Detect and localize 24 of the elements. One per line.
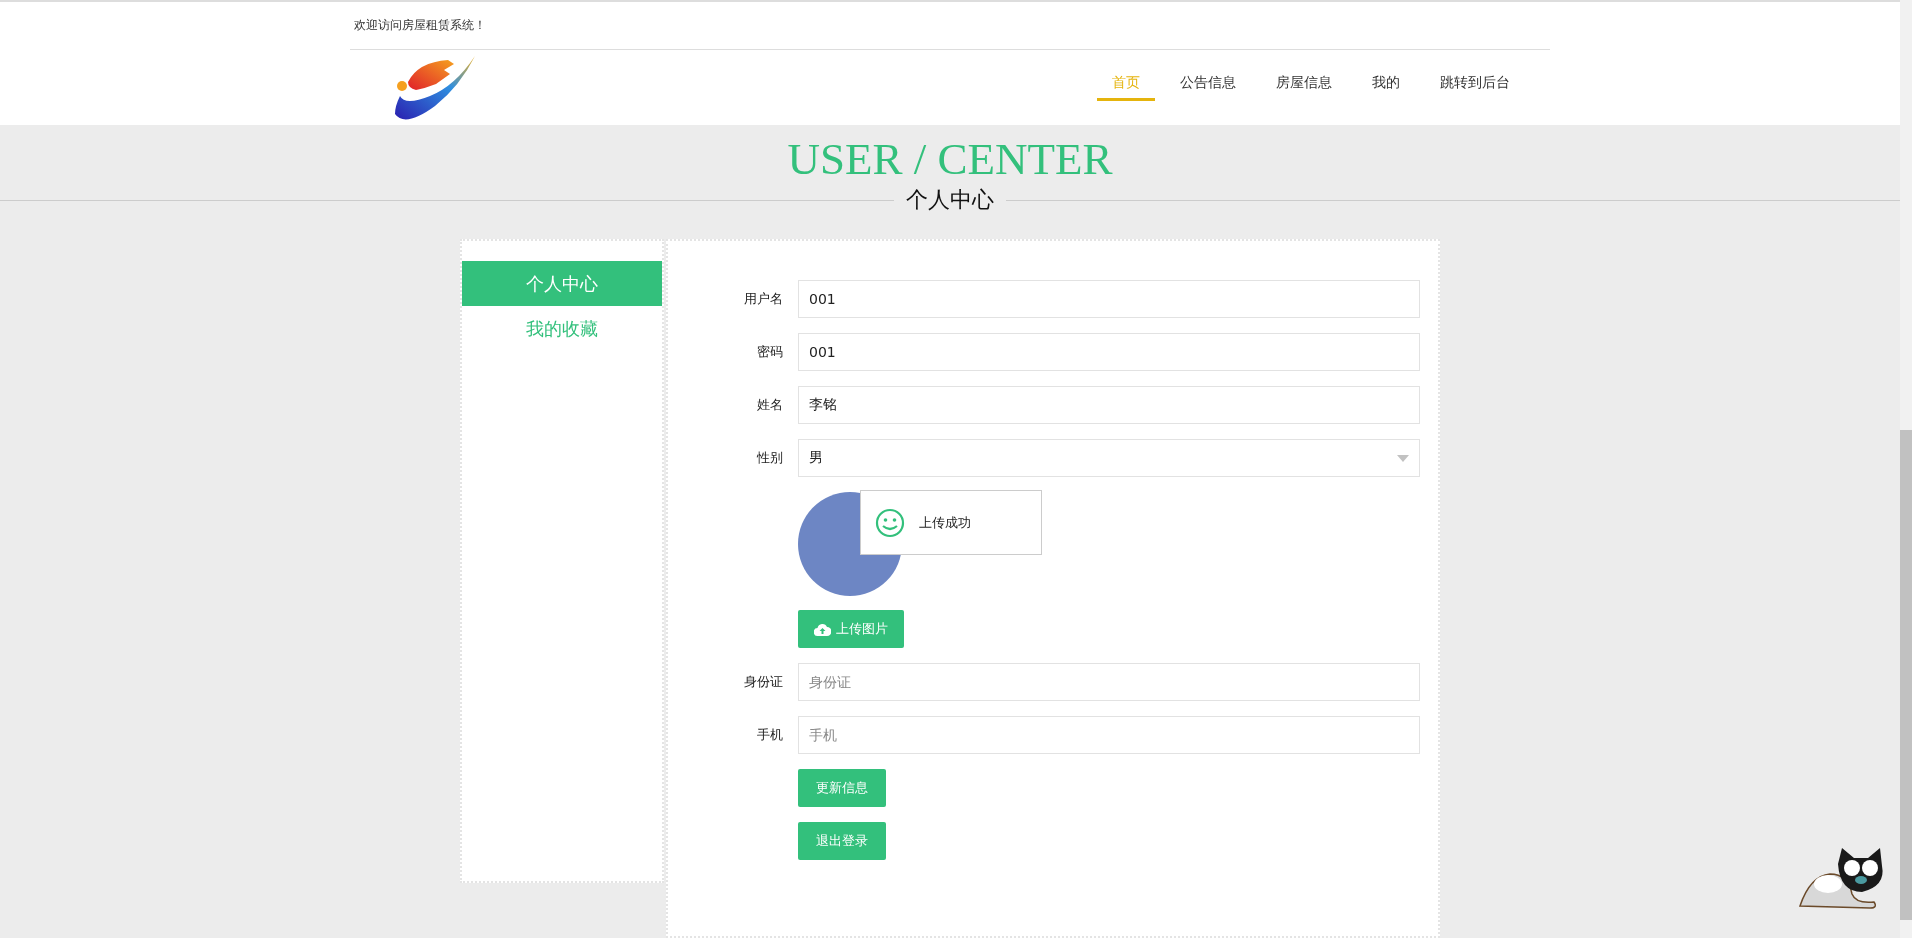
input-field[interactable]: 李铭 [798,386,1420,424]
input-field[interactable]: 001 [798,280,1420,318]
scrollbar[interactable] [1900,0,1912,938]
select-field[interactable]: 男 [798,439,1420,477]
page-title: USER / CENTER [787,133,1113,186]
nav-link[interactable]: 公告信息 [1165,50,1251,101]
caret-icon [1397,454,1409,462]
cloud-upload-icon [814,622,831,636]
smiley-icon [875,507,905,538]
field-label: 身份证 [743,673,784,691]
field-label: 用户名 [743,290,784,308]
field-label: 姓名 [756,396,784,414]
nav-link[interactable]: 跳转到后台 [1425,50,1525,101]
field-label: 性别 [756,449,784,467]
nav-link[interactable]: 我的 [1357,50,1415,101]
field-label: 手机 [756,726,784,744]
input-field[interactable]: 身份证 [798,663,1420,701]
nav-link[interactable]: 房屋信息 [1261,50,1347,101]
welcome-text: 欢迎访问房屋租赁系统！ [354,17,486,34]
field-label: 密码 [756,343,784,361]
page-subtitle: 个人中心 [905,187,995,213]
input-field[interactable]: 手机 [798,716,1420,754]
input-field[interactable]: 001 [798,333,1420,371]
toast-message: 上传成功 [860,490,1042,555]
